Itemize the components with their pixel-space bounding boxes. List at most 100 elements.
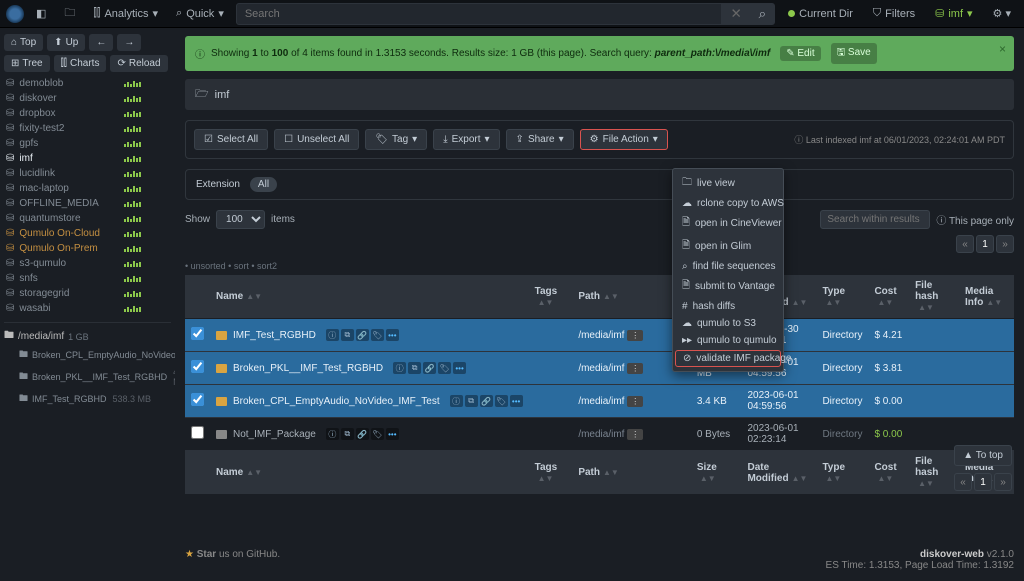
search-clear-button[interactable]: ✕ bbox=[722, 3, 749, 25]
sidebar-item-storagegrid[interactable]: ⛁storagegrid bbox=[4, 286, 171, 301]
pager-page[interactable]: 1 bbox=[976, 235, 994, 253]
sidebar-item-qumulo-on-prem[interactable]: ⛁Qumulo On-Prem bbox=[4, 241, 171, 256]
fcol-type[interactable]: Type▲▼ bbox=[816, 451, 868, 495]
info-icon[interactable]: ⓘ bbox=[326, 428, 339, 440]
link-icon[interactable]: 🔗 bbox=[423, 362, 436, 374]
fcol-name[interactable]: Name▲▼ bbox=[210, 451, 529, 495]
file-action-validate-imf-package[interactable]: ⊘validate IMF package bbox=[675, 350, 781, 367]
sidebar-item-snfs[interactable]: ⛁snfs bbox=[4, 271, 171, 286]
tag-icon[interactable]: 🏷 bbox=[438, 362, 451, 374]
fcol-path[interactable]: Path▲▼ bbox=[572, 451, 691, 495]
path-child[interactable]: 🖿 Broken_CPL_EmptyAudio_NoVideo_IMF_Test bbox=[4, 345, 171, 365]
tab-extension[interactable]: Extension bbox=[196, 179, 240, 190]
col-cost[interactable]: Cost▲▼ bbox=[868, 275, 909, 319]
sidebar-item-s3-qumulo[interactable]: ⛁s3-qumulo bbox=[4, 256, 171, 271]
path-pill-icon[interactable]: ⋮ bbox=[627, 363, 643, 374]
table-row[interactable]: Broken_CPL_EmptyAudio_NoVideo_IMF_Testⓘ⧉… bbox=[185, 385, 1014, 418]
export-button[interactable]: ⤓ Export ▾ bbox=[433, 129, 499, 150]
fcol-date[interactable]: Date Modified▲▼ bbox=[741, 451, 816, 495]
dashboard-icon[interactable]: ◧ bbox=[30, 3, 52, 24]
fcol-tags[interactable]: Tags▲▼ bbox=[529, 451, 573, 495]
folder-icon[interactable]: 🗀 bbox=[58, 0, 81, 27]
sidebar-item-imf[interactable]: ⛁imf bbox=[4, 151, 171, 166]
file-action-qumulo-to-qumulo[interactable]: ▸▸qumulo to qumulo bbox=[673, 332, 783, 349]
link-icon[interactable]: 🔗 bbox=[480, 395, 493, 407]
file-action-live-view[interactable]: 🗀live view bbox=[673, 172, 783, 195]
file-action-qumulo-to-s3[interactable]: ☁qumulo to S3 bbox=[673, 315, 783, 332]
top-button[interactable]: ⌂ Top bbox=[4, 34, 43, 51]
filters-button[interactable]: ⛉ Filters bbox=[866, 3, 922, 24]
tag-button[interactable]: 🏷 Tag ▾ bbox=[365, 129, 427, 150]
link-icon[interactable]: 🔗 bbox=[356, 428, 369, 440]
path-tree-head[interactable]: 🖿 /media/imf 1 GB bbox=[4, 328, 171, 345]
sidebar-item-dropbox[interactable]: ⛁dropbox bbox=[4, 106, 171, 121]
file-action-rclone-copy-to-aws[interactable]: ☁rclone copy to AWS bbox=[673, 195, 783, 212]
file-action-submit-to-vantage[interactable]: 🗎submit to Vantage bbox=[673, 275, 783, 298]
unselect-all-button[interactable]: ☐ Unselect All bbox=[274, 129, 359, 150]
file-action-button[interactable]: ⚙ File Action ▾ bbox=[580, 129, 668, 150]
path-pill-icon[interactable]: ⋮ bbox=[627, 330, 643, 341]
sidebar-item-quantumstore[interactable]: ⛁quantumstore bbox=[4, 211, 171, 226]
path-pill-icon[interactable]: ⋮ bbox=[627, 429, 643, 440]
link-icon[interactable]: 🔗 bbox=[356, 329, 369, 341]
search-within-input[interactable] bbox=[820, 210, 930, 229]
tag-icon[interactable]: 🏷 bbox=[495, 395, 508, 407]
fwd-button[interactable]: → bbox=[117, 34, 141, 51]
row-checkbox[interactable] bbox=[191, 393, 204, 406]
more-icon[interactable]: ••• bbox=[386, 329, 399, 341]
file-action-open-in-glim[interactable]: 🗎open in Glim bbox=[673, 235, 783, 258]
sidebar-item-offline-media[interactable]: ⛁OFFLINE_MEDIA bbox=[4, 196, 171, 211]
sidebar-item-qumulo-on-cloud[interactable]: ⛁Qumulo On-Cloud bbox=[4, 226, 171, 241]
settings-icon[interactable]: ⚙ ▾ bbox=[986, 3, 1018, 24]
more-icon[interactable]: ••• bbox=[386, 428, 399, 440]
alert-close-icon[interactable]: × bbox=[999, 42, 1006, 56]
path-child[interactable]: 🖿 Broken_PKL__IMF_Test_RGBHD 487.5 MB bbox=[4, 365, 171, 389]
row-checkbox[interactable] bbox=[191, 360, 204, 373]
col-media[interactable]: Media Info▲▼ bbox=[959, 275, 1014, 319]
copy-icon[interactable]: ⧉ bbox=[408, 362, 421, 374]
col-hash[interactable]: File hash▲▼ bbox=[909, 275, 959, 319]
fcol-size[interactable]: Size▲▼ bbox=[691, 451, 742, 495]
table-row[interactable]: IMF_Test_RGBHDⓘ⧉🔗🏷•••/media/imf ⋮538.3 M… bbox=[185, 319, 1014, 352]
sidebar-item-diskover[interactable]: ⛁diskover bbox=[4, 91, 171, 106]
sidebar-item-fixity-test2[interactable]: ⛁fixity-test2 bbox=[4, 121, 171, 136]
select-all-button[interactable]: ☑ Select All bbox=[194, 129, 268, 150]
pager-next[interactable]: » bbox=[996, 235, 1014, 253]
sidebar-item-mac-laptop[interactable]: ⛁mac-laptop bbox=[4, 181, 171, 196]
sidebar-item-wasabi[interactable]: ⛁wasabi bbox=[4, 301, 171, 316]
fcol-cost[interactable]: Cost▲▼ bbox=[868, 451, 909, 495]
app-logo-icon[interactable] bbox=[6, 5, 24, 23]
more-icon[interactable]: ••• bbox=[510, 395, 523, 407]
col-name[interactable]: Name▲▼ bbox=[210, 275, 529, 319]
more-icon[interactable]: ••• bbox=[453, 362, 466, 374]
file-action-hash-diffs[interactable]: #hash diffs bbox=[673, 298, 783, 315]
search-input[interactable] bbox=[236, 3, 723, 25]
pager-next-b[interactable]: » bbox=[994, 473, 1012, 491]
sidebar-item-gpfs[interactable]: ⛁gpfs bbox=[4, 136, 171, 151]
charts-button[interactable]: ⫿⫿ Charts bbox=[54, 55, 107, 72]
tab-all[interactable]: All bbox=[250, 177, 277, 192]
sidebar-item-lucidlink[interactable]: ⛁lucidlink bbox=[4, 166, 171, 181]
copy-icon[interactable]: ⧉ bbox=[341, 329, 354, 341]
share-button[interactable]: ⇪ Share ▾ bbox=[506, 129, 574, 150]
row-checkbox[interactable] bbox=[191, 327, 204, 340]
tree-button[interactable]: ⊞ Tree bbox=[4, 55, 50, 72]
reload-button[interactable]: ⟳ Reload bbox=[110, 55, 167, 72]
fcol-hash[interactable]: File hash▲▼ bbox=[909, 451, 959, 495]
tag-icon[interactable]: 🏷 bbox=[371, 428, 384, 440]
path-child[interactable]: 🖿 IMF_Test_RGBHD 538.3 MB bbox=[4, 389, 171, 409]
analytics-menu[interactable]: ⫿⫿ Analytics ▾ bbox=[87, 3, 164, 24]
sidebar-item-demoblob[interactable]: ⛁demoblob bbox=[4, 76, 171, 91]
current-dir-toggle[interactable]: Current Dir bbox=[781, 4, 860, 24]
pager-page-b[interactable]: 1 bbox=[974, 473, 992, 491]
to-top-button[interactable]: ▲ To top bbox=[954, 445, 1012, 466]
breadcrumb-label[interactable]: imf bbox=[215, 89, 230, 101]
info-icon[interactable]: ⓘ bbox=[393, 362, 406, 374]
tag-icon[interactable]: 🏷 bbox=[371, 329, 384, 341]
file-action-find-file-sequences[interactable]: ⌕find file sequences bbox=[673, 258, 783, 275]
info-icon[interactable]: ⓘ bbox=[326, 329, 339, 341]
show-count-select[interactable]: 100 bbox=[216, 210, 265, 229]
col-tags[interactable]: Tags▲▼ bbox=[529, 275, 573, 319]
copy-icon[interactable]: ⧉ bbox=[341, 428, 354, 440]
back-button[interactable]: ← bbox=[89, 34, 113, 51]
